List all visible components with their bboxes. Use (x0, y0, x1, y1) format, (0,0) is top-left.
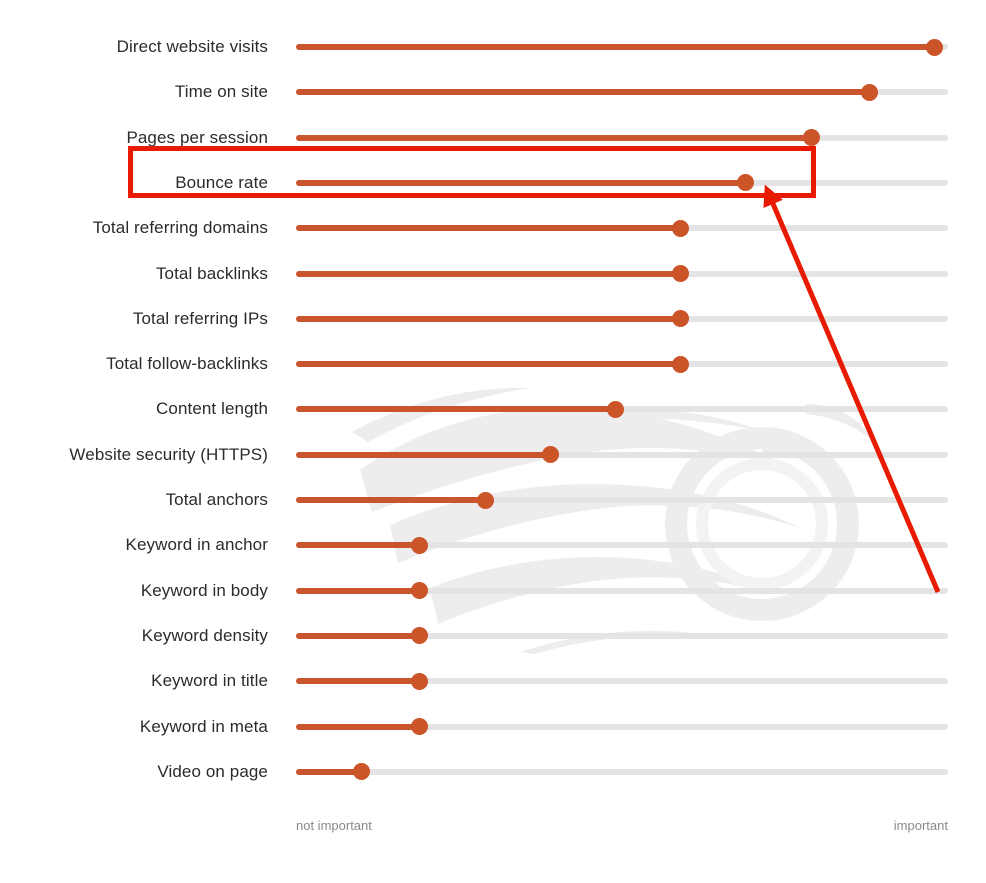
track-fill (296, 542, 420, 549)
chart-row: Total referring IPs (0, 304, 986, 334)
row-label: Video on page (157, 761, 268, 781)
chart-row: Keyword in meta (0, 712, 986, 742)
track-fill (296, 406, 616, 413)
lollipop-chart: Direct website visits Time on site Pages p… (0, 0, 986, 883)
row-label: Total follow-backlinks (106, 354, 268, 374)
chart-row: Keyword in body (0, 576, 986, 606)
value-dot (476, 491, 494, 509)
row-label: Direct website visits (116, 37, 268, 56)
track-fill (296, 451, 551, 458)
row-track (296, 213, 948, 243)
value-dot (861, 83, 879, 101)
row-label: Keyword in body (140, 580, 268, 600)
chart-row: Total backlinks (0, 259, 986, 289)
row-track (296, 576, 948, 606)
value-dot (541, 446, 559, 464)
chart-row: Total anchors (0, 485, 986, 515)
row-label: Total backlinks (155, 263, 268, 283)
track-fill (296, 632, 420, 639)
row-label: Keyword in meta (139, 716, 268, 736)
value-dot (411, 718, 429, 735)
axis-caption-right: important (893, 818, 948, 833)
track-fill (296, 723, 420, 730)
chart-row: Direct website visits (0, 32, 986, 62)
row-label: Bounce rate (175, 172, 268, 192)
row-label: Pages per session (126, 127, 268, 147)
row-label: Total referring IPs (132, 308, 268, 328)
value-dot (352, 763, 370, 781)
row-label: Keyword in anchor (125, 535, 268, 555)
track-fill (296, 315, 681, 322)
row-label: Total referring domains (92, 218, 268, 238)
row-track (296, 485, 948, 515)
track-fill (296, 89, 870, 96)
value-dot (606, 400, 624, 418)
axis-caption-left: not important (296, 818, 372, 833)
chart-row: Total follow-backlinks (0, 349, 986, 379)
value-dot (672, 265, 690, 282)
chart-row: Time on site (0, 77, 986, 107)
track-fill (296, 678, 420, 685)
track-fill (296, 497, 486, 503)
value-dot (672, 219, 690, 237)
row-track (296, 304, 948, 334)
row-label: Total anchors (165, 490, 268, 509)
row-track (296, 621, 948, 651)
track-fill (296, 225, 681, 232)
row-track (296, 259, 948, 289)
track-fill (296, 587, 420, 594)
row-track (296, 440, 948, 470)
value-dot (411, 536, 429, 554)
row-track (296, 168, 948, 198)
value-dot (411, 627, 429, 645)
row-track (296, 530, 948, 560)
track-fill (296, 134, 812, 141)
value-dot (411, 672, 429, 690)
value-dot (737, 174, 755, 192)
chart-row: Keyword in title (0, 666, 986, 696)
row-track (296, 123, 948, 153)
value-dot (672, 355, 690, 373)
track-fill (296, 44, 935, 50)
track-fill (296, 361, 681, 368)
track-background (296, 768, 948, 775)
row-label: Keyword density (141, 625, 268, 645)
track-fill (296, 270, 681, 277)
value-dot (411, 582, 429, 600)
row-label: Website security (HTTPS) (69, 444, 268, 464)
chart-row: Keyword density (0, 621, 986, 651)
row-track (296, 712, 948, 742)
chart-row: Total referring domains (0, 213, 986, 243)
row-track (296, 666, 948, 696)
row-track (296, 757, 948, 787)
row-label: Time on site (174, 82, 268, 102)
chart-row: Website security (HTTPS) (0, 440, 986, 470)
chart-row: Content length (0, 394, 986, 424)
row-label: Keyword in title (151, 671, 268, 691)
chart-canvas: Direct website visits Time on site Pages p… (0, 0, 986, 883)
chart-row: Pages per session (0, 123, 986, 153)
value-dot (802, 129, 820, 147)
row-label: Content length (156, 399, 268, 419)
chart-row: Keyword in anchor (0, 530, 986, 560)
row-track (296, 394, 948, 424)
value-dot (926, 38, 944, 56)
track-fill (296, 179, 746, 186)
row-track (296, 349, 948, 379)
value-dot (672, 310, 690, 328)
track-fill (296, 768, 362, 775)
chart-row: Video on page (0, 757, 986, 787)
row-track (296, 77, 948, 107)
row-track (296, 32, 948, 62)
chart-row: Bounce rate (0, 168, 986, 198)
